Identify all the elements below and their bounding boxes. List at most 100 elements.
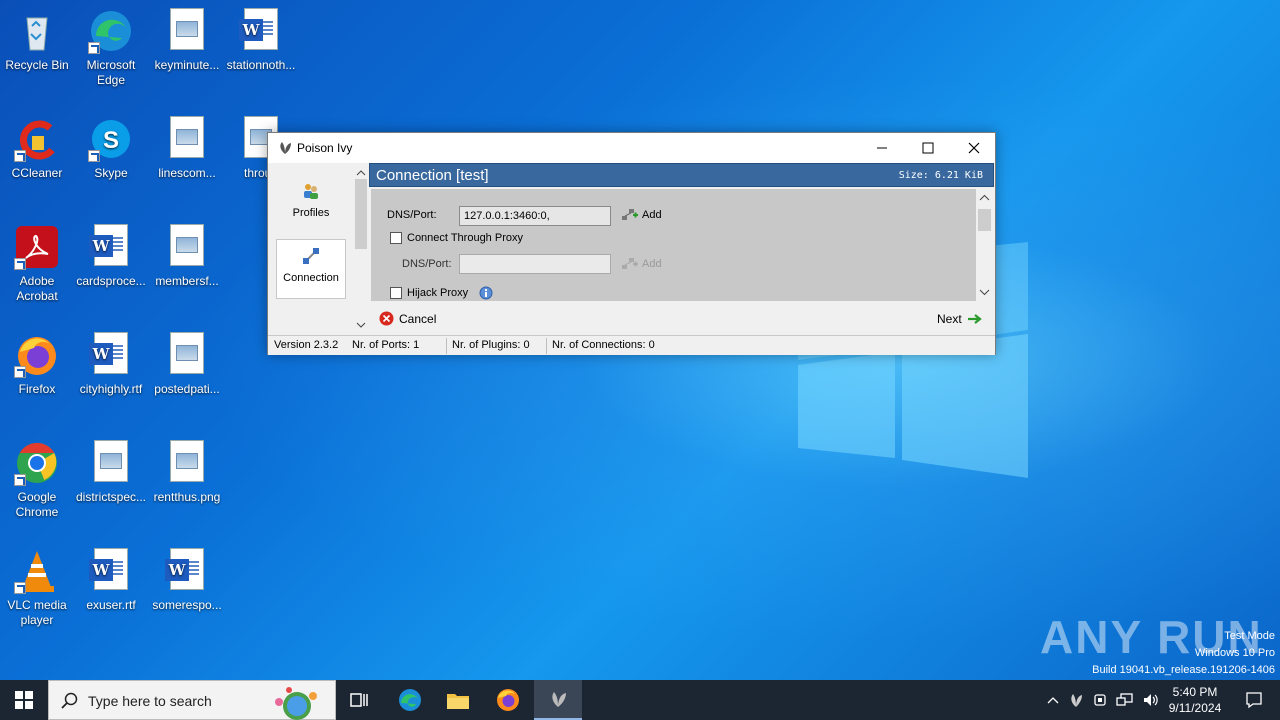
desktop-icon-ccleaner[interactable]: CCleaner [0, 116, 74, 181]
desktop-icon-linescom[interactable]: linescom... [150, 116, 224, 181]
notifications-button[interactable] [1230, 680, 1278, 720]
poison-ivy-leaf-icon [552, 692, 566, 707]
system-tray [1046, 680, 1160, 720]
next-label: Next [937, 312, 962, 326]
poison-ivy-leaf-icon [280, 142, 291, 154]
arrow-right-icon [967, 314, 982, 324]
title-bar[interactable]: Poison Ivy [268, 133, 995, 163]
skype-icon: S [88, 116, 134, 162]
clock-date: 9/11/2024 [1168, 701, 1222, 715]
recycle-bin-icon [14, 8, 60, 54]
taskbar-edge[interactable] [386, 680, 434, 720]
desktop-icon-postedpati[interactable]: postedpati... [150, 332, 224, 397]
desktop-icon-recycle-bin[interactable]: Recycle Bin [0, 8, 74, 73]
desktop-icon-skype[interactable]: S Skype [74, 116, 148, 181]
word-document-icon: W [89, 548, 128, 590]
desktop-icon-label: CCleaner [11, 166, 63, 180]
cancel-button[interactable]: Cancel [379, 311, 436, 326]
nav-item-connection[interactable]: Connection [276, 239, 346, 299]
chevron-up-icon[interactable] [1046, 695, 1060, 705]
search-icon [61, 692, 78, 709]
desktop-icon-label: Google Chrome [15, 490, 59, 519]
desktop-icon-label: postedpati... [154, 382, 220, 396]
desktop-icon-cityhighly[interactable]: W cityhighly.rtf [74, 332, 148, 397]
minimize-button[interactable] [859, 133, 905, 163]
taskbar-poison-ivy[interactable] [534, 680, 582, 720]
desktop-icon-vlc[interactable]: VLC media player [0, 548, 74, 628]
desktop-icon-rentthus[interactable]: rentthus.png [150, 440, 224, 505]
desktop-icon-label: Firefox [18, 382, 56, 396]
nav-scrollbar[interactable] [354, 165, 368, 333]
watermark-edition: Windows 10 Pro [1194, 647, 1275, 659]
add-dns-button[interactable]: Add [621, 208, 662, 222]
image-file-icon [170, 224, 204, 266]
nav-label: Profiles [292, 207, 330, 219]
scroll-up-icon [979, 194, 990, 201]
volume-icon[interactable] [1142, 692, 1160, 708]
scroll-down-icon [356, 322, 366, 328]
desktop-icon-firefox[interactable]: Firefox [0, 332, 74, 397]
firefox-icon [14, 332, 60, 378]
notification-icon [1246, 692, 1262, 709]
nav-item-profiles[interactable]: Profiles [276, 175, 346, 233]
network-add-icon [622, 209, 638, 220]
close-icon [968, 142, 980, 154]
svg-text:S: S [103, 127, 119, 154]
desktop-icon-keyminute[interactable]: keyminute... [150, 8, 224, 73]
chrome-icon [14, 440, 60, 486]
desktop-icon-adobe-acrobat[interactable]: Adobe Acrobat [0, 224, 74, 304]
close-button[interactable] [951, 133, 997, 163]
hijack-proxy-label: Hijack Proxy [407, 287, 469, 299]
desktop-icon-districtspec[interactable]: districtspec... [74, 440, 148, 505]
word-document-icon: W [239, 8, 278, 50]
maximize-button[interactable] [905, 133, 951, 163]
dns-port-input[interactable]: 127.0.0.1:3460:0, [459, 206, 611, 226]
image-file-icon [94, 440, 128, 482]
window-title: Poison Ivy [297, 141, 353, 155]
hijack-proxy-checkbox[interactable] [390, 287, 402, 299]
desktop-icon-somerespo[interactable]: W somerespo... [150, 548, 224, 613]
task-view-button[interactable] [336, 680, 384, 720]
section-title: Connection [test] [376, 167, 489, 184]
dns-port-label: DNS/Port: [387, 209, 437, 221]
desktop-icon-membersf[interactable]: membersf... [150, 224, 224, 289]
device-icon[interactable] [1092, 692, 1108, 708]
watermark-build: Build 19041.vb_release.191206-1406 [1092, 664, 1275, 676]
desktop-icon-stationnoth[interactable]: W stationnoth... [224, 8, 298, 73]
poison-ivy-window: Poison Ivy Profiles Connection Connectio… [267, 132, 996, 355]
edge-icon [88, 8, 134, 54]
network-icon[interactable] [1116, 692, 1134, 708]
status-bar: Version 2.3.2 Nr. of Ports: 1 Nr. of Plu… [268, 335, 995, 355]
status-version: Version 2.3.2 [274, 339, 339, 351]
vlc-icon [14, 548, 60, 594]
desktop-icon-google-chrome[interactable]: Google Chrome [0, 440, 74, 520]
image-file-icon [170, 332, 204, 374]
connect-through-proxy-checkbox[interactable] [390, 232, 402, 244]
taskbar-file-explorer[interactable] [434, 680, 482, 720]
proxy-dns-port-input[interactable] [459, 254, 611, 274]
desktop-icon-edge[interactable]: Microsoft Edge [74, 8, 148, 88]
taskbar-firefox[interactable] [484, 680, 532, 720]
desktop-icon-label: linescom... [158, 166, 216, 180]
add-proxy-button[interactable]: Add [621, 257, 662, 271]
status-connections: Nr. of Connections: 0 [552, 339, 655, 351]
taskbar-search-box[interactable]: Type here to search [48, 680, 336, 720]
desktop-icon-label: keyminute... [154, 58, 220, 72]
minimize-icon [877, 147, 887, 149]
desktop-icon-label: Recycle Bin [5, 58, 69, 72]
word-document-icon: W [165, 548, 204, 590]
build-size: Size: 6.21 KiB [898, 170, 983, 181]
proxy-dns-port-label: DNS/Port: [402, 258, 452, 270]
info-icon[interactable] [479, 286, 493, 300]
next-button[interactable]: Next [937, 312, 983, 326]
desktop-icon-label: cardsproce... [76, 274, 146, 288]
word-document-icon: W [89, 332, 128, 374]
taskbar: Type here to search 5:40 PM 9/11/2024 [0, 680, 1280, 720]
desktop-icon-exuser[interactable]: W exuser.rtf [74, 548, 148, 613]
desktop-icon-cardsproce[interactable]: W cardsproce... [74, 224, 148, 289]
wizard-buttons-row: Cancel Next [369, 305, 994, 331]
taskbar-clock[interactable]: 5:40 PM 9/11/2024 [1162, 684, 1228, 716]
start-button[interactable] [0, 680, 48, 720]
poison-ivy-tray-icon[interactable] [1068, 692, 1084, 708]
settings-scrollbar[interactable] [976, 189, 993, 301]
